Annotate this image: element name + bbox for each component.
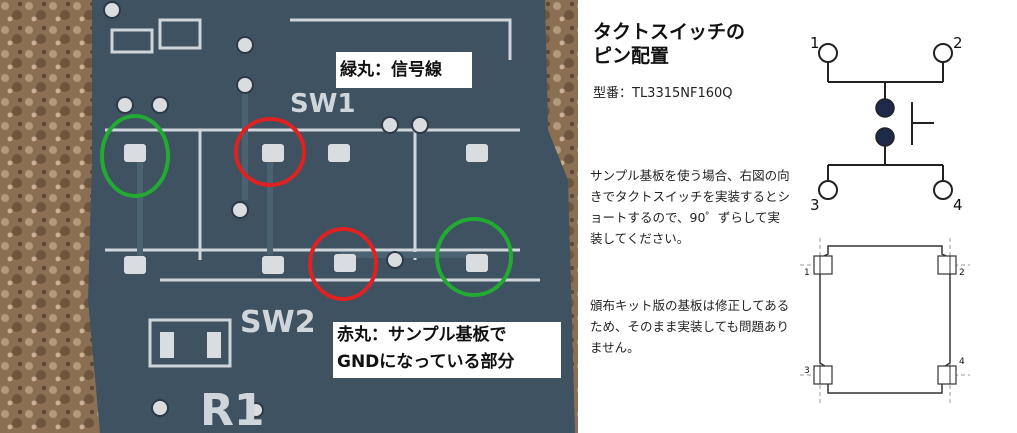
- gnd-area-label-line2: GNDになっている部分: [337, 352, 515, 372]
- title-line2: ピン配置: [593, 45, 670, 67]
- sw2-silkscreen: SW2: [240, 305, 316, 340]
- schematic-pin-3: 3: [810, 196, 820, 214]
- contact-bottom: [875, 127, 895, 147]
- switch-schematic: 1 2 3 4: [810, 34, 963, 214]
- gnd-area-label-line1: 赤丸：サンプル基板で: [337, 325, 507, 345]
- footprint-pin-2: 2: [959, 268, 965, 278]
- model-number: 型番：TL3315NF160Q: [593, 86, 733, 101]
- gnd-area-label: 赤丸：サンプル基板で GNDになっている部分: [333, 322, 561, 378]
- kit-board-note: 頒布キット版の基板は修正してあるため、そのまま実装しても問題ありません。: [590, 298, 790, 355]
- schematic-pin-4: 4: [953, 196, 963, 214]
- info-panel: タクトスイッチの ピン配置 型番：TL3315NF160Q サンプル基板を使う場…: [578, 0, 1017, 433]
- signal-line-label: 緑丸：信号線: [336, 52, 472, 88]
- page-title: タクトスイッチの ピン配置: [593, 20, 745, 68]
- schematic-pin-1: 1: [810, 34, 820, 52]
- schematic-pin-2: 2: [953, 34, 963, 52]
- sw1-silkscreen: SW1: [290, 89, 356, 119]
- footprint-pin-4: 4: [959, 357, 965, 367]
- footprint-pin-3: 3: [804, 366, 810, 376]
- sample-board-note: サンプル基板を使う場合、右図の向きでタクトスイッチを実装するとショートするので、…: [590, 168, 791, 246]
- footprint-pin-1: 1: [804, 268, 810, 278]
- r1-silkscreen: R1: [200, 385, 265, 433]
- contact-top: [875, 98, 895, 118]
- title-line1: タクトスイッチの: [593, 21, 746, 43]
- pcb-photo: SW1 SW2 R1 緑丸：信号線 赤丸：サンプル基板で GNDになっている部分: [0, 0, 578, 433]
- switch-footprint: 1 2 3 4: [800, 238, 970, 403]
